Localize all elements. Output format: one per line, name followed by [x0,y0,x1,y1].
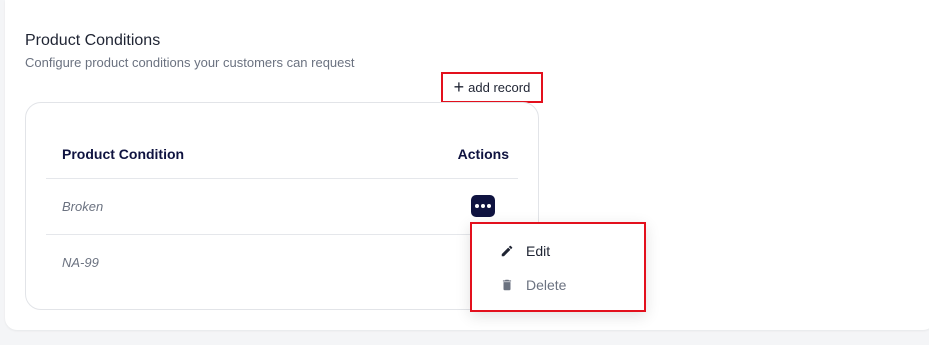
more-horizontal-icon-dot [481,204,485,208]
trash-icon [502,279,512,291]
section-subtitle: Configure product conditions your custom… [25,55,355,70]
menu-item-delete-label: Delete [526,277,567,293]
condition-cell: NA-99 [62,255,99,270]
table-header: Product Condition Actions [46,131,518,179]
more-horizontal-icon [475,204,479,208]
conditions-table-card: Product Condition Actions Broken NA-99 [25,102,539,310]
add-record-label: add record [468,80,531,95]
row-actions-button[interactable] [471,195,495,217]
section-title: Product Conditions [25,32,161,49]
page: Product Conditions Configure product con… [5,0,929,330]
more-horizontal-icon-dot [487,204,491,208]
menu-item-delete[interactable]: Delete [472,269,644,301]
pencil-icon [501,245,513,257]
menu-item-edit-label: Edit [526,243,551,259]
table-row: NA-99 [46,235,518,291]
row-actions-menu: Edit Delete [470,222,646,312]
condition-cell: Broken [62,199,104,214]
menu-item-edit[interactable]: Edit [472,235,644,267]
table-row: Broken [46,179,518,235]
column-header-actions: Actions [457,146,509,162]
plus-icon: + [453,76,465,97]
column-header-product-condition: Product Condition [62,146,185,162]
add-record-button[interactable]: + add record [441,72,543,103]
